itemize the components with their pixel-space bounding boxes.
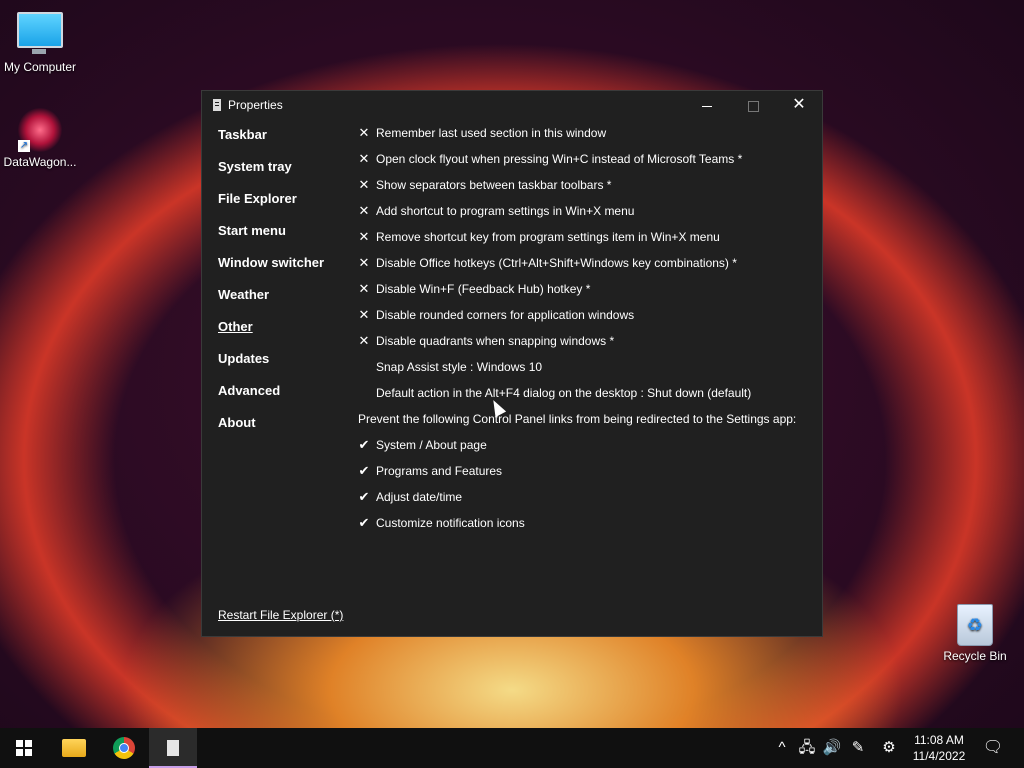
- option-row[interactable]: ✕ Disable quadrants when snapping windows…: [357, 333, 817, 359]
- option-row[interactable]: ✕ Disable Win+F (Feedback Hub) hotkey *: [357, 281, 817, 307]
- unchecked-x-icon: ✕: [358, 177, 370, 192]
- settings-gear-icon[interactable]: ⚙: [877, 728, 901, 768]
- checkmark-icon: ✔: [358, 515, 370, 530]
- unchecked-x-icon: ✕: [358, 151, 370, 166]
- unchecked-x-icon: ✕: [358, 333, 370, 348]
- option-row-snap-assist[interactable]: Snap Assist style : Windows 10: [357, 359, 817, 385]
- close-button[interactable]: ✕: [776, 91, 822, 121]
- desktop-icon-datawagon[interactable]: ↗ DataWagon...: [0, 108, 80, 169]
- option-label: Adjust date/time: [376, 490, 463, 504]
- chrome-icon: [113, 736, 135, 759]
- recycle-bin-icon: ♻: [957, 604, 993, 646]
- monitor-icon: [17, 12, 63, 54]
- checkmark-icon: ✔: [358, 437, 370, 452]
- minimize-button[interactable]: [684, 91, 730, 121]
- taskbar: ^ 🖧 🔊 ✎ ⚙ 11:08 AM 11/4/2022 🗨: [0, 728, 1024, 768]
- nav-item-weather[interactable]: Weather: [218, 287, 348, 319]
- unchecked-x-icon: ✕: [358, 125, 370, 140]
- option-row[interactable]: ✔ Adjust date/time: [357, 489, 817, 515]
- unchecked-x-icon: ✕: [358, 255, 370, 270]
- section-header-label: Prevent the following Control Panel link…: [358, 412, 797, 426]
- option-row[interactable]: ✕ Show separators between taskbar toolbar…: [357, 177, 817, 203]
- nav-item-advanced[interactable]: Advanced: [218, 383, 348, 415]
- option-label: Disable rounded corners for application …: [376, 308, 635, 322]
- nav-item-start-menu[interactable]: Start menu: [218, 223, 348, 255]
- nav-item-file-explorer[interactable]: File Explorer: [218, 191, 348, 223]
- title-bar[interactable]: Properties ✕: [202, 91, 822, 121]
- window-title: Properties: [228, 98, 283, 112]
- option-row[interactable]: ✕ Disable rounded corners for application…: [357, 307, 817, 333]
- properties-window: Properties ✕ Taskbar System tray File Ex…: [201, 90, 823, 637]
- clock-date: 11/4/2022: [912, 749, 966, 763]
- close-icon: ✕: [792, 96, 806, 113]
- option-label: Customize notification icons: [376, 516, 525, 530]
- notification-center-icon[interactable]: 🗨: [978, 728, 1008, 768]
- section-header: Prevent the following Control Panel link…: [357, 411, 817, 437]
- nav-item-updates[interactable]: Updates: [218, 351, 348, 383]
- option-label: Default action in the Alt+F4 dialog on t…: [376, 386, 752, 400]
- option-label: Show separators between taskbar toolbars…: [376, 178, 612, 192]
- taskbar-properties-app[interactable]: [149, 728, 197, 768]
- network-icon[interactable]: 🖧: [795, 728, 819, 768]
- nav-item-system-tray[interactable]: System tray: [218, 159, 348, 191]
- option-row-alt-f4[interactable]: Default action in the Alt+F4 dialog on t…: [357, 385, 817, 411]
- option-label: System / About page: [376, 438, 487, 452]
- volume-icon[interactable]: 🔊: [820, 728, 844, 768]
- file-explorer-icon: [62, 738, 86, 757]
- checkmark-icon: ✔: [358, 463, 370, 478]
- option-label: Open clock flyout when pressing Win+C in…: [376, 152, 743, 166]
- properties-app-icon: [167, 739, 179, 756]
- maximize-icon: [747, 100, 759, 112]
- unchecked-x-icon: ✕: [358, 203, 370, 218]
- desktop-icon-label: My Computer: [3, 60, 77, 74]
- section-nav: Taskbar System tray File Explorer Start …: [218, 127, 348, 447]
- unchecked-x-icon: ✕: [358, 229, 370, 244]
- option-label: Remove shortcut key from program setting…: [376, 230, 720, 244]
- taskbar-chrome[interactable]: [100, 728, 148, 768]
- restart-file-explorer-link[interactable]: Restart File Explorer (*): [218, 608, 343, 622]
- option-label: Remember last used section in this windo…: [376, 126, 607, 140]
- clock[interactable]: 11:08 AM 11/4/2022: [906, 732, 972, 764]
- datawagon-icon: ↗: [18, 108, 62, 152]
- show-hidden-icons-chevron[interactable]: ^: [772, 728, 792, 768]
- checkmark-icon: ✔: [358, 489, 370, 504]
- option-row[interactable]: ✕ Open clock flyout when pressing Win+C i…: [357, 151, 817, 177]
- option-row[interactable]: ✔ Customize notification icons: [357, 515, 817, 541]
- nav-item-other[interactable]: Other: [218, 319, 348, 351]
- unchecked-x-icon: ✕: [358, 281, 370, 296]
- desktop-icon-my-computer[interactable]: My Computer: [0, 12, 80, 74]
- minimize-icon: [702, 105, 712, 107]
- maximize-button[interactable]: [730, 91, 776, 121]
- option-label: Disable Win+F (Feedback Hub) hotkey *: [376, 282, 591, 296]
- clock-time: 11:08 AM: [914, 733, 964, 747]
- option-row[interactable]: ✕ Remember last used section in this wind…: [357, 125, 817, 151]
- option-row[interactable]: ✕ Disable Office hotkeys (Ctrl+Alt+Shift+…: [357, 255, 817, 281]
- desktop-icon-label: Recycle Bin: [943, 649, 1007, 663]
- pen-icon[interactable]: ✎: [846, 728, 870, 768]
- option-row[interactable]: ✕ Add shortcut to program settings in Win…: [357, 203, 817, 229]
- nav-item-window-switcher[interactable]: Window switcher: [218, 255, 348, 287]
- option-row[interactable]: ✕ Remove shortcut key from program settin…: [357, 229, 817, 255]
- shortcut-arrow-icon: ↗: [18, 140, 30, 152]
- options-panel: ✕ Remember last used section in this wind…: [357, 125, 817, 541]
- option-label: Disable Office hotkeys (Ctrl+Alt+Shift+W…: [376, 256, 737, 270]
- option-row[interactable]: ✔ Programs and Features: [357, 463, 817, 489]
- unchecked-x-icon: ✕: [358, 307, 370, 322]
- nav-item-about[interactable]: About: [218, 415, 348, 447]
- taskbar-file-explorer[interactable]: [50, 728, 98, 768]
- nav-item-taskbar[interactable]: Taskbar: [218, 127, 348, 159]
- app-icon: [213, 99, 221, 111]
- desktop-icon-recycle-bin[interactable]: ♻ Recycle Bin: [935, 604, 1015, 663]
- desktop-icon-label: DataWagon...: [3, 155, 77, 169]
- option-row[interactable]: ✔ System / About page: [357, 437, 817, 463]
- option-label: Snap Assist style : Windows 10: [376, 360, 543, 374]
- start-icon: [16, 739, 32, 756]
- start-button[interactable]: [0, 728, 48, 768]
- option-label: Disable quadrants when snapping windows …: [376, 334, 615, 348]
- option-label: Add shortcut to program settings in Win+…: [376, 204, 635, 218]
- option-label: Programs and Features: [376, 464, 503, 478]
